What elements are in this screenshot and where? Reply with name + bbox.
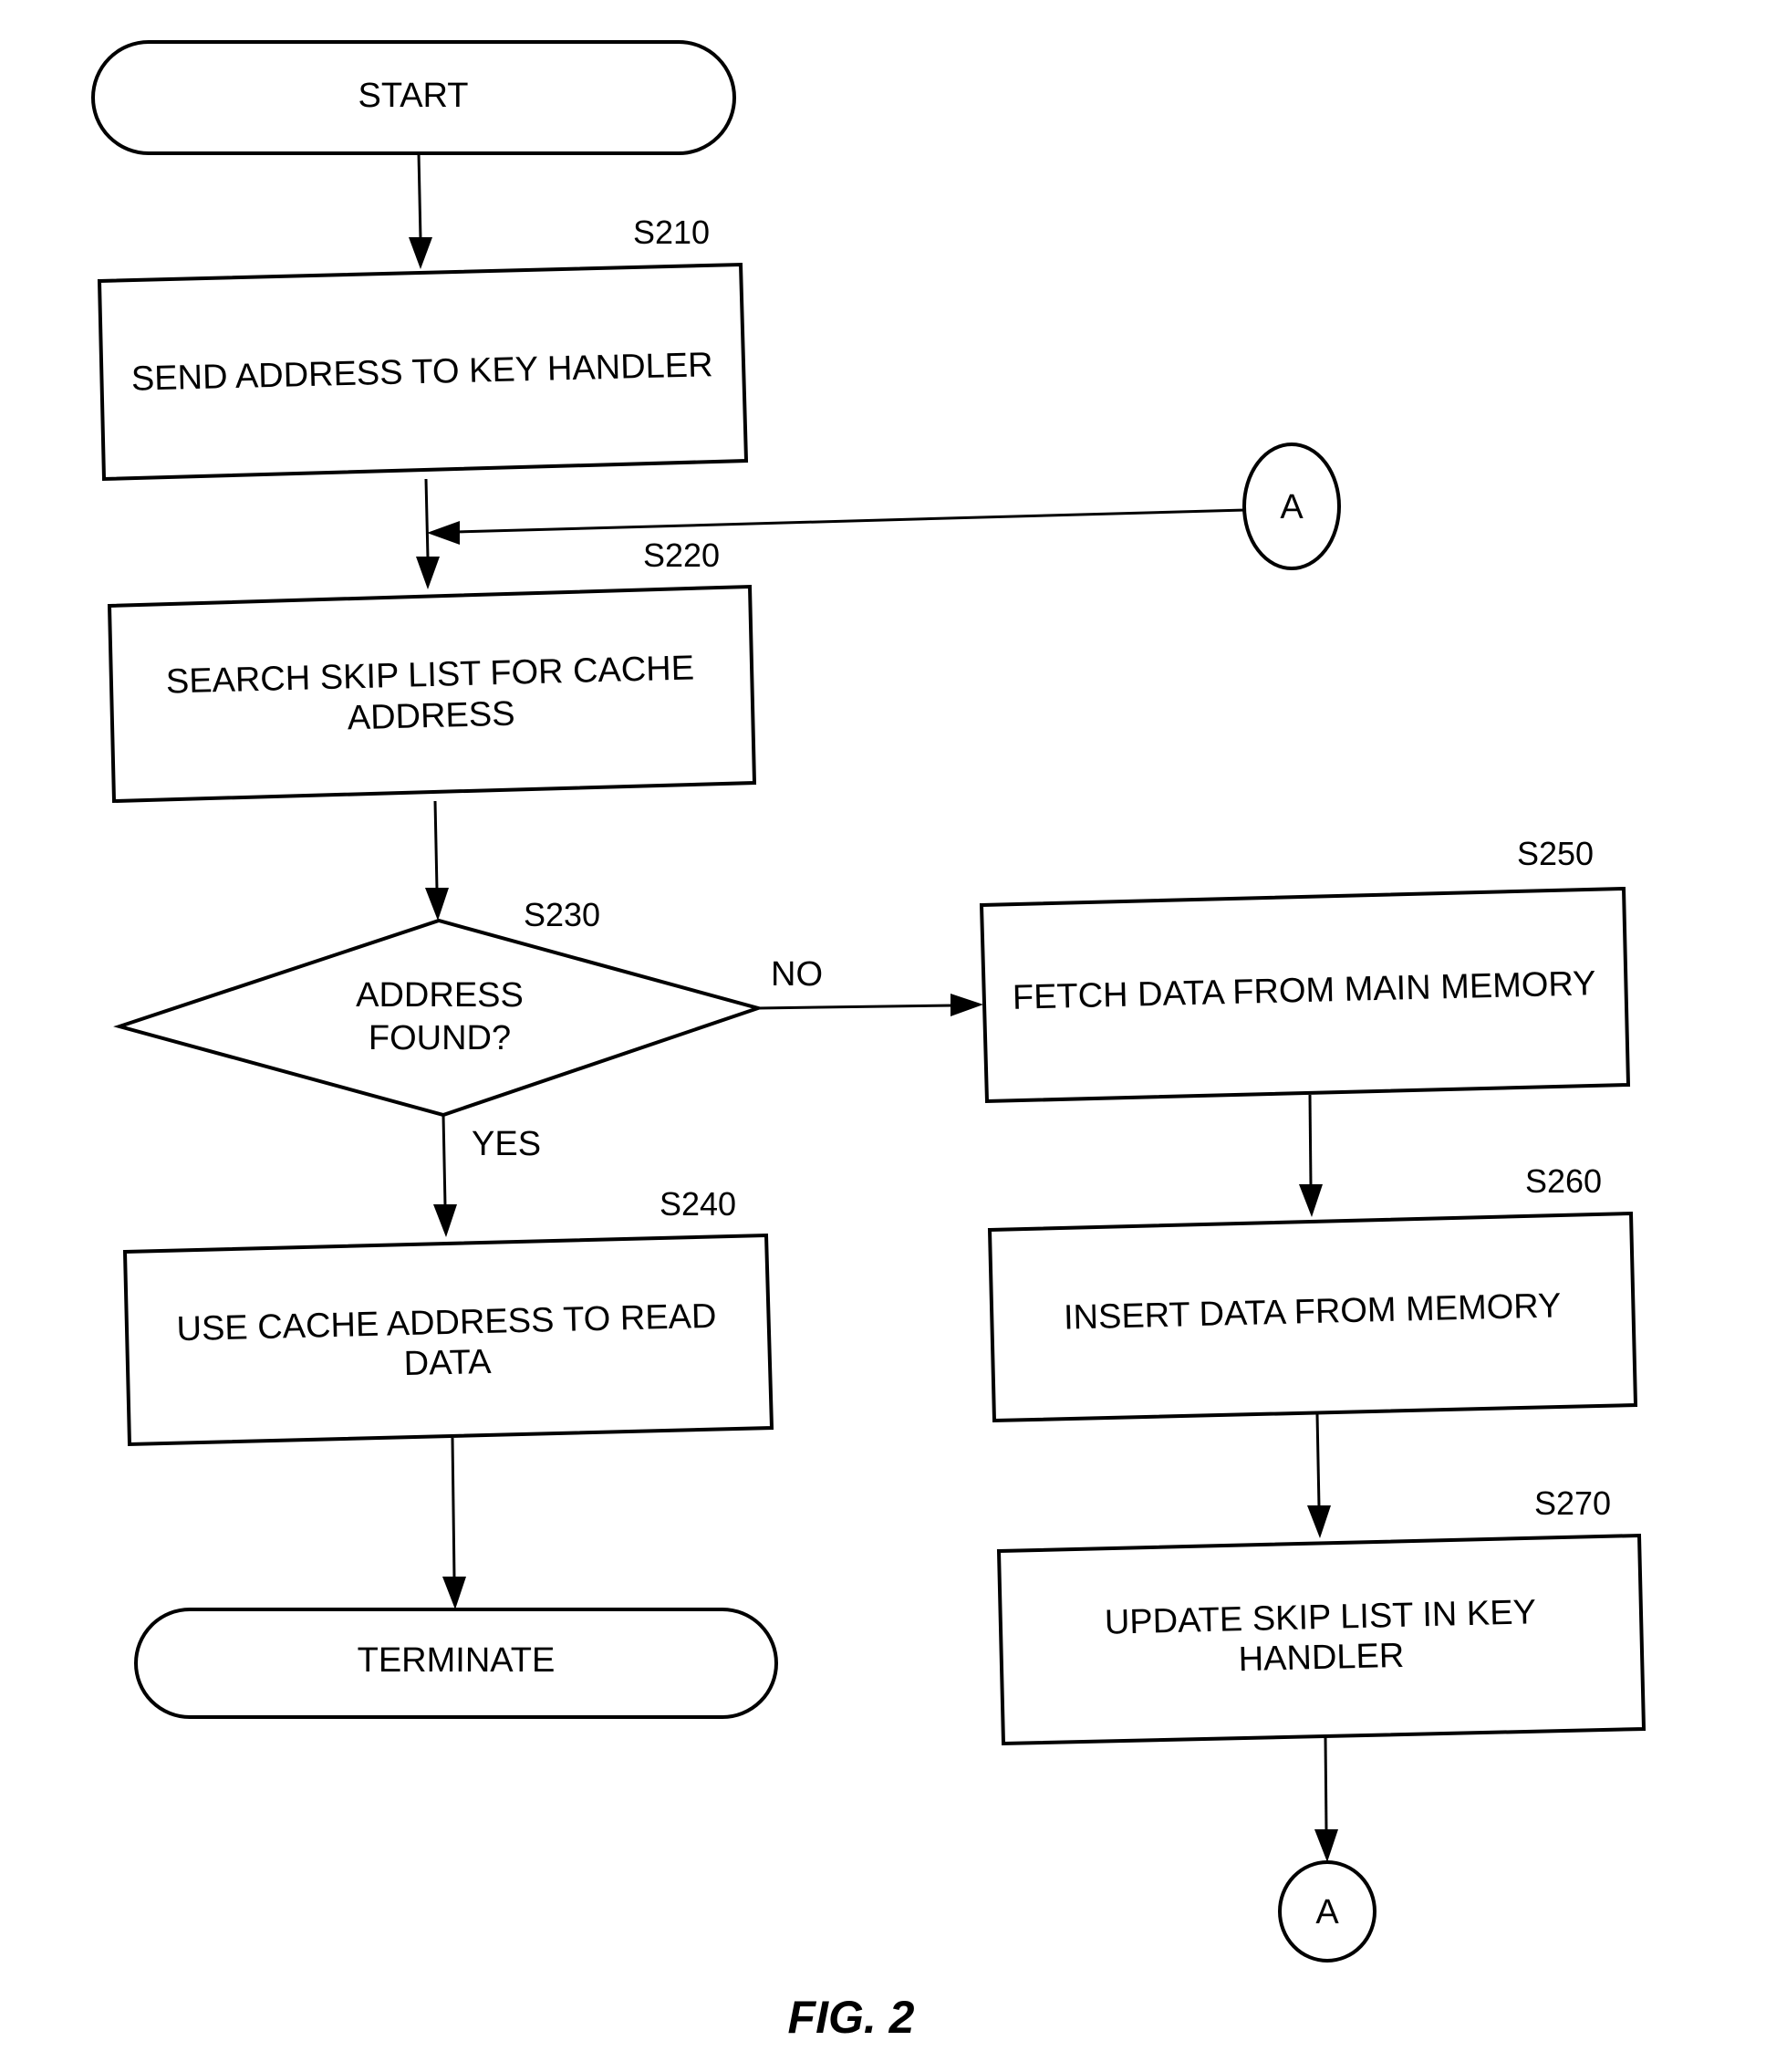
process-s250: FETCH DATA FROM MAIN MEMORY <box>979 886 1631 1104</box>
arrow-head <box>951 994 983 1016</box>
step-id-s240: S240 <box>660 1185 736 1223</box>
step-id-s250: S250 <box>1517 835 1594 872</box>
arrow-head <box>442 1577 466 1609</box>
arrow-head <box>1299 1184 1323 1217</box>
process-s240: USE CACHE ADDRESS TO READ DATA <box>122 1233 774 1447</box>
arrow-head <box>1307 1505 1331 1538</box>
step-id-s260: S260 <box>1525 1162 1602 1200</box>
connector-a-bottom: A <box>1278 1860 1376 1963</box>
arrow-head <box>425 888 449 921</box>
connector-a-top: A <box>1242 443 1341 570</box>
step-id-s230: S230 <box>524 896 600 933</box>
arrow-head <box>427 521 460 545</box>
edge-connector-a-return <box>427 508 1246 545</box>
arrow-head <box>409 237 432 269</box>
edge-s220-s230 <box>425 800 449 921</box>
s270-text-line2: HANDLER <box>1238 1637 1405 1679</box>
decision-s230: ADDRESS FOUND? <box>113 918 764 1118</box>
connector-a-top-label: A <box>1280 488 1304 526</box>
arrow-head <box>1314 1829 1338 1862</box>
terminate-terminal: TERMINATE <box>134 1608 778 1719</box>
s230-text-line1: ADDRESS <box>356 976 524 1015</box>
arrow-head <box>433 1204 457 1237</box>
step-id-s210: S210 <box>633 213 710 251</box>
s230-text-line2: FOUND? <box>369 1019 511 1057</box>
process-s220: SEARCH SKIP LIST FOR CACHE ADDRESS <box>107 584 757 804</box>
edge-s250-s260 <box>1299 1094 1323 1217</box>
start-terminal: START <box>91 40 736 155</box>
edge-s260-s270 <box>1307 1413 1331 1538</box>
process-s270: UPDATE SKIP LIST IN KEY HANDLER <box>996 1533 1647 1746</box>
edge-s240-terminate <box>442 1437 466 1609</box>
process-s260: INSERT DATA FROM MEMORY <box>987 1211 1638 1423</box>
figure-caption: FIG. 2 <box>788 1992 915 2043</box>
step-id-s270: S270 <box>1534 1484 1611 1522</box>
no-label: NO <box>771 955 823 994</box>
s220-text-line2: ADDRESS <box>347 695 515 738</box>
step-id-s220: S220 <box>643 536 720 574</box>
connector-a-bottom-label: A <box>1315 1893 1339 1931</box>
s240-text-line2: DATA <box>403 1343 492 1383</box>
yes-label: YES <box>472 1125 541 1163</box>
terminate-label: TERMINATE <box>358 1641 556 1680</box>
start-label: START <box>358 77 468 115</box>
flowchart: START S210 SEND ADDRESS TO KEY HANDLER A… <box>91 40 1647 2043</box>
edge-s230-no-s250: NO <box>757 955 983 1016</box>
edge-s230-yes-s240: YES <box>433 1114 541 1237</box>
edge-start-s210 <box>409 152 432 269</box>
process-s210: SEND ADDRESS TO KEY HANDLER <box>97 262 749 482</box>
arrow-head <box>416 557 440 589</box>
edge-s270-connector-a <box>1314 1736 1338 1862</box>
